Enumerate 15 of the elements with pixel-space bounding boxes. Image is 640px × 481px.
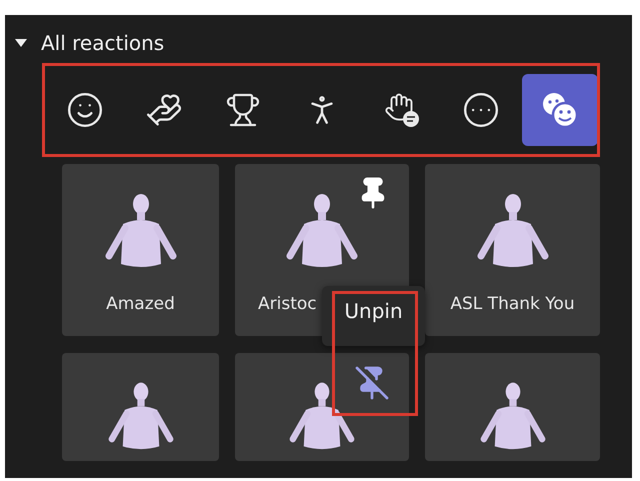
reaction-card[interactable] [425,353,600,461]
reaction-label: ASL Thank You [450,294,575,314]
reaction-label: Amazed [106,294,175,314]
reaction-card[interactable]: ASL Thank You [425,164,600,336]
reaction-card[interactable] [62,353,219,461]
section-title: All reactions [41,31,164,55]
more-icon [462,91,500,129]
reaction-card[interactable] [235,353,409,461]
unpin-icon[interactable] [354,365,390,401]
reaction-card[interactable]: Amazed [62,164,219,336]
tooltip: Unpin [322,286,425,346]
caret-icon[interactable] [15,38,27,48]
smile-icon [66,91,104,129]
trophy-icon [225,92,262,128]
reaction-label: Aristoc [257,294,317,314]
